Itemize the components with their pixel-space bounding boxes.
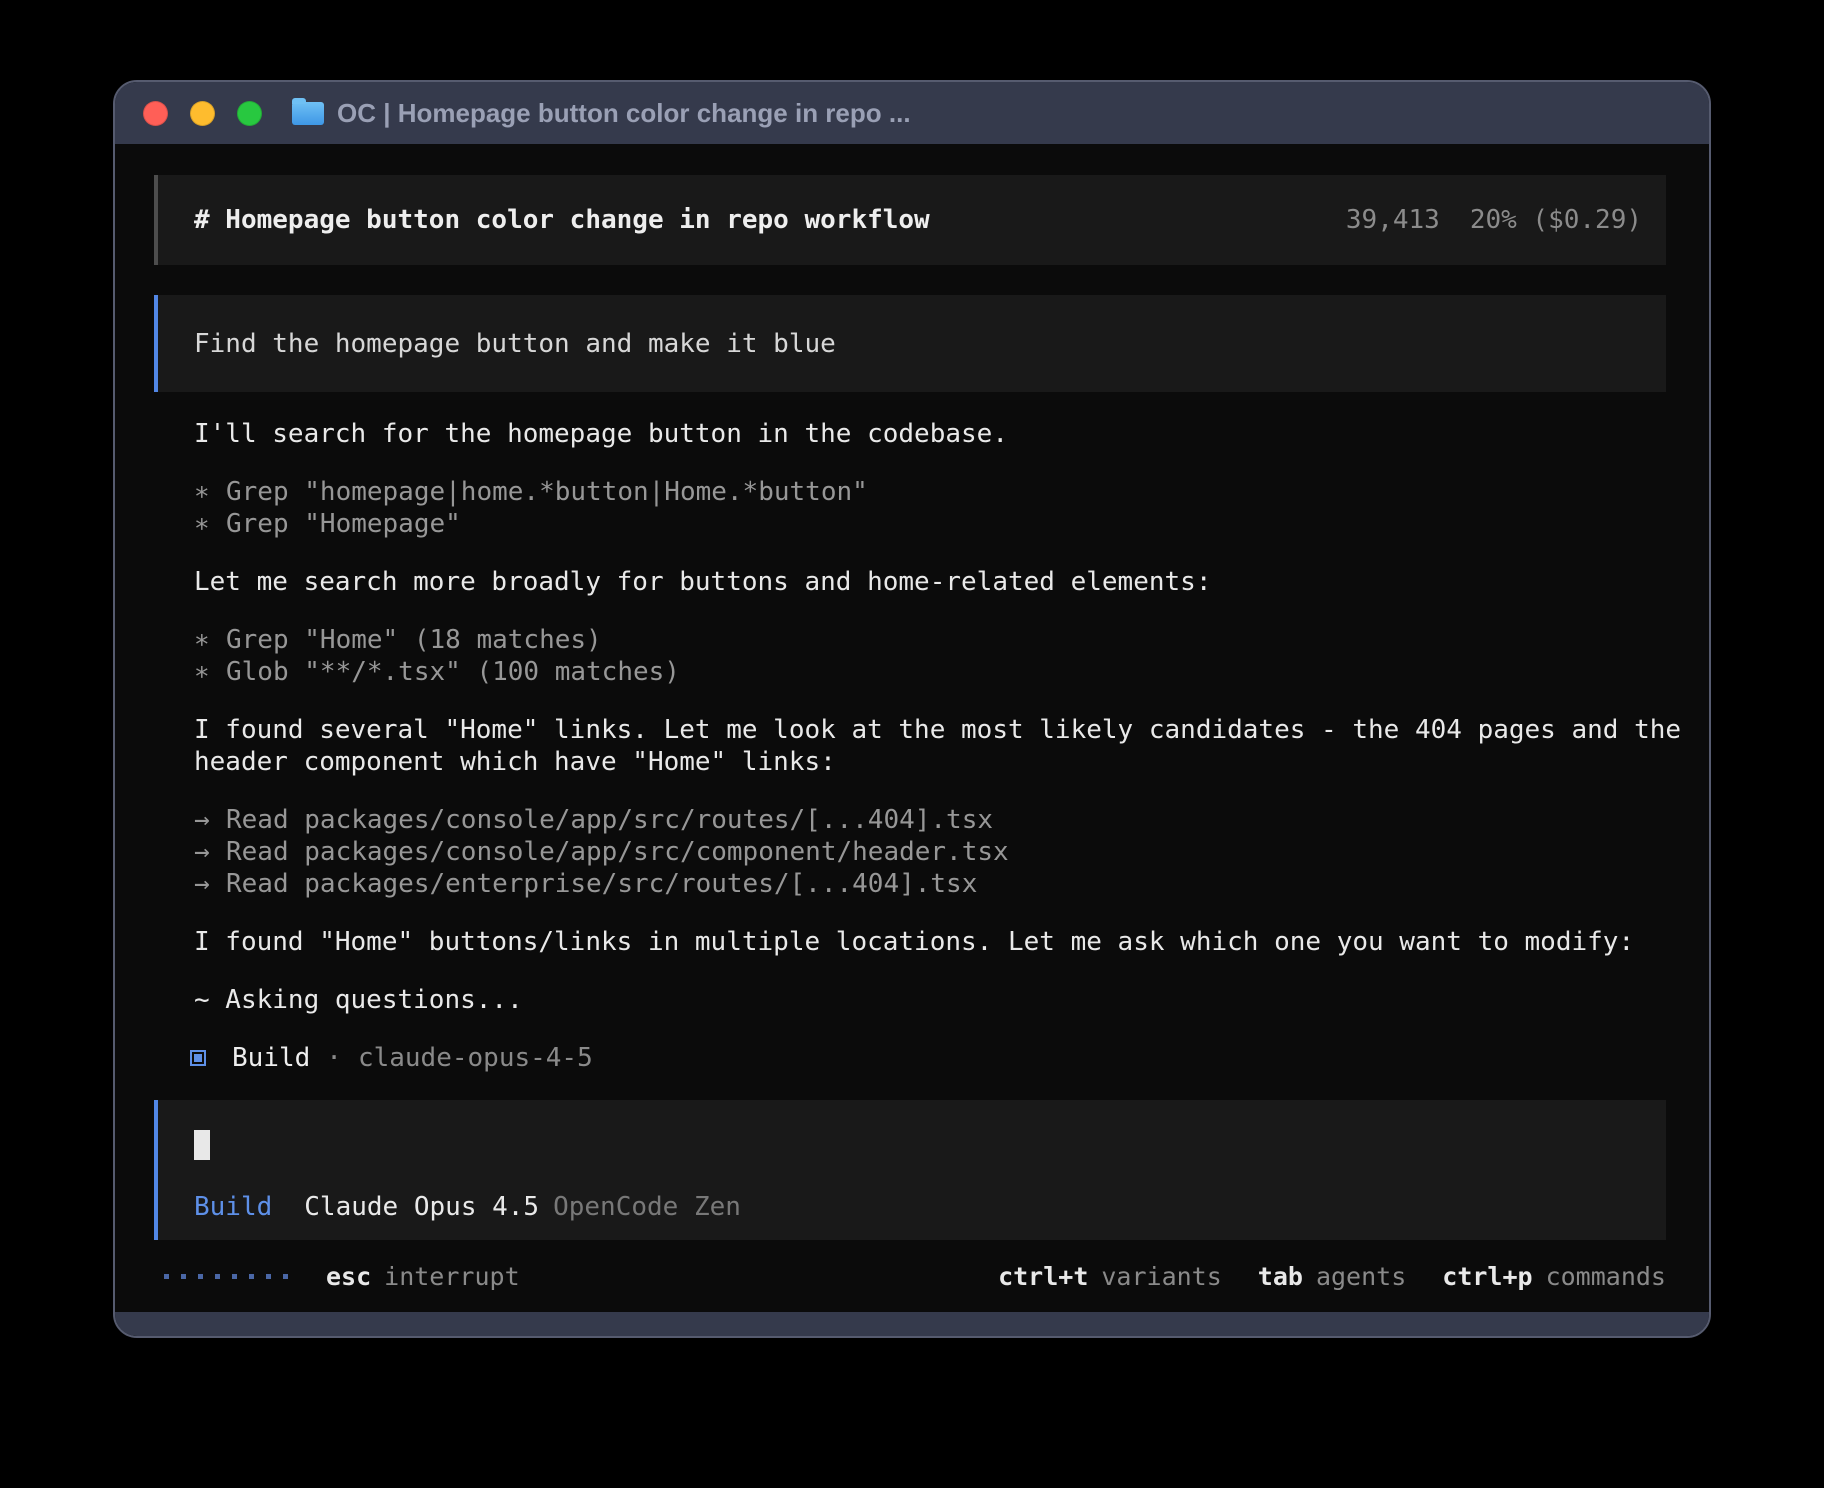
tool-call-group: ∗Grep "homepage|home.*button|Home.*butto… [154, 476, 1666, 540]
maximize-button[interactable] [237, 101, 262, 126]
close-button[interactable] [143, 101, 168, 126]
tab-key: tab [1258, 1262, 1303, 1291]
read-tool-call: →Read packages/enterprise/src/routes/[..… [194, 868, 1666, 900]
tool-call-text: Grep "homepage|home.*button|Home.*button… [226, 477, 868, 507]
agent-square-icon [190, 1050, 206, 1066]
window-title: OC | Homepage button color change in rep… [337, 98, 911, 129]
prompt-input[interactable]: Build Claude Opus 4.5 OpenCode Zen [154, 1100, 1666, 1240]
esc-label: interrupt [384, 1262, 519, 1291]
interrupt-hint: esc interrupt [326, 1262, 520, 1291]
commands-label: commands [1546, 1262, 1666, 1291]
tool-call-group: ∗Grep "Home" (18 matches) ∗Glob "**/*.ts… [154, 624, 1666, 688]
session-title: # Homepage button color change in repo w… [194, 205, 1346, 235]
read-tool-group: →Read packages/console/app/src/routes/[.… [154, 804, 1666, 900]
provider-label: OpenCode Zen [553, 1192, 741, 1222]
tool-call-text: Grep "Home" (18 matches) [226, 625, 602, 655]
user-message: Find the homepage button and make it blu… [154, 295, 1666, 392]
tool-call: ∗Glob "**/*.tsx" (100 matches) [194, 656, 1666, 688]
assistant-text: I found "Home" buttons/links in multiple… [194, 926, 1666, 958]
asterisk-icon: ∗ [194, 476, 226, 508]
assistant-text: Let me search more broadly for buttons a… [194, 566, 1666, 598]
model-label: Claude Opus 4.5 [304, 1192, 539, 1222]
arrow-right-icon: → [194, 804, 226, 836]
keyboard-hints: ctrl+t variants tab agents ctrl+p comman… [998, 1262, 1666, 1291]
agent-name: Build [232, 1043, 310, 1073]
asking-status: ~ Asking questions... [194, 984, 1666, 1016]
agents-hint: tab agents [1258, 1262, 1406, 1291]
assistant-text: I found several "Home" links. Let me loo… [194, 714, 1666, 746]
esc-key: esc [326, 1262, 371, 1291]
tool-call-text: Grep "Homepage" [226, 509, 461, 539]
titlebar: OC | Homepage button color change in rep… [115, 82, 1709, 144]
asterisk-icon: ∗ [194, 624, 226, 656]
tool-call-text: Glob "**/*.tsx" (100 matches) [226, 657, 680, 687]
assistant-paragraph: I found several "Home" links. Let me loo… [154, 714, 1666, 778]
ctrl-t-key: ctrl+t [998, 1262, 1088, 1291]
session-header: # Homepage button color change in repo w… [154, 175, 1666, 265]
agent-status-line: Build · claude-opus-4-5 [190, 1042, 1666, 1074]
user-message-text: Find the homepage button and make it blu… [194, 329, 836, 359]
mode-label[interactable]: Build [194, 1192, 272, 1222]
variants-hint: ctrl+t variants [998, 1262, 1222, 1291]
tool-call: ∗Grep "Homepage" [194, 508, 1666, 540]
read-path: Read packages/console/app/src/routes/[..… [226, 805, 993, 835]
tool-call: ∗Grep "homepage|home.*button|Home.*butto… [194, 476, 1666, 508]
context-usage: 20% ($0.29) [1470, 205, 1642, 235]
terminal-window: OC | Homepage button color change in rep… [113, 80, 1711, 1338]
minimize-button[interactable] [190, 101, 215, 126]
traffic-lights [143, 101, 262, 126]
read-path: Read packages/console/app/src/component/… [226, 837, 1009, 867]
assistant-text: header component which have "Home" links… [194, 746, 1666, 778]
read-tool-call: →Read packages/console/app/src/component… [194, 836, 1666, 868]
ctrl-p-key: ctrl+p [1442, 1262, 1532, 1291]
spinner-dots [164, 1274, 288, 1279]
tool-call: ∗Grep "Home" (18 matches) [194, 624, 1666, 656]
text-cursor [194, 1130, 210, 1160]
assistant-text: I'll search for the homepage button in t… [194, 418, 1666, 450]
agents-label: agents [1316, 1262, 1406, 1291]
session-stats: 39,413 20% ($0.29) [1346, 205, 1646, 235]
arrow-right-icon: → [194, 836, 226, 868]
agent-model: claude-opus-4-5 [358, 1043, 593, 1073]
window-bottom-frame [115, 1312, 1709, 1336]
dot-separator: · [326, 1043, 342, 1073]
token-count: 39,413 [1346, 205, 1440, 235]
variants-label: variants [1101, 1262, 1221, 1291]
status-bar: esc interrupt ctrl+t variants tab agents… [154, 1260, 1666, 1292]
input-mode-row: Build Claude Opus 4.5 OpenCode Zen [194, 1192, 741, 1222]
asterisk-icon: ∗ [194, 508, 226, 540]
asterisk-icon: ∗ [194, 656, 226, 688]
folder-icon [292, 102, 324, 125]
session-view: # Homepage button color change in repo w… [115, 144, 1709, 1312]
read-path: Read packages/enterprise/src/routes/[...… [226, 869, 977, 899]
commands-hint: ctrl+p commands [1442, 1262, 1666, 1291]
read-tool-call: →Read packages/console/app/src/routes/[.… [194, 804, 1666, 836]
arrow-right-icon: → [194, 868, 226, 900]
